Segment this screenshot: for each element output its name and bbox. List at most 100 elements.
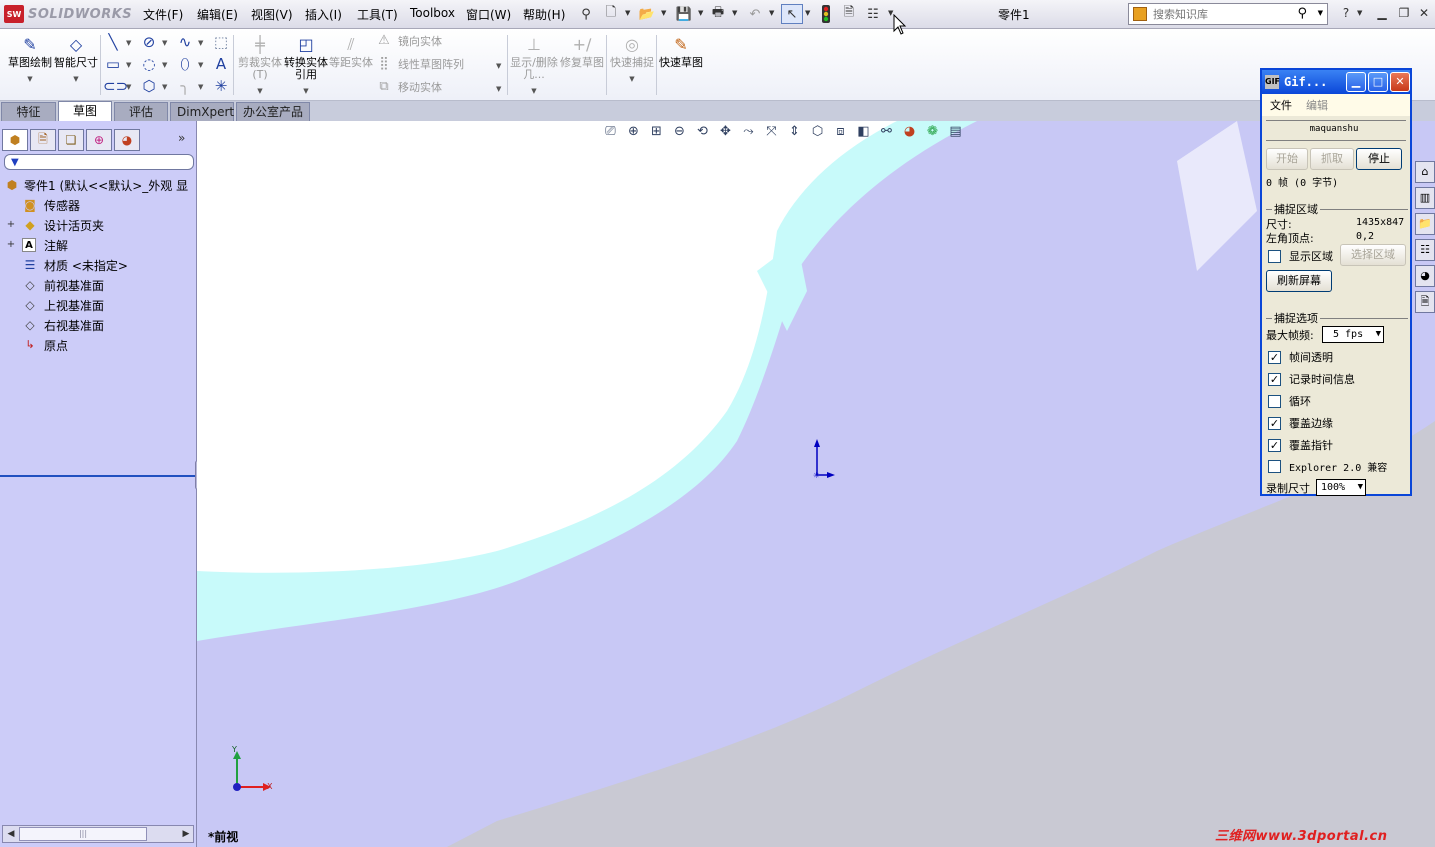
scroll-left-icon[interactable]: ◀ [4,827,18,841]
explorer-compat-checkbox[interactable]: Explorer 2.0 兼容 [1268,459,1387,474]
pan-icon[interactable]: ✥ [714,122,737,142]
view-settings-icon[interactable]: ▤ [944,122,967,142]
fillet-dropdown-icon[interactable]: ▼ [198,83,203,91]
menu-help[interactable]: 帮助(H) [523,6,565,23]
convert-entities-button[interactable]: ◰ 转换实体引用 ▼ [282,33,330,97]
gif-titlebar[interactable]: GIF Gif... ▁ □ ✕ [1262,70,1410,94]
spline-icon[interactable]: ∿ [175,32,195,52]
undo-dropdown-icon[interactable]: ▼ [769,9,774,17]
polygon-icon[interactable]: ⬡ [139,76,159,96]
hide-show-items-icon[interactable]: ⚯ [875,122,898,142]
help-icon[interactable]: ? [1336,4,1356,22]
tab-features[interactable]: 特征 [1,102,56,121]
menu-tools[interactable]: 工具(T) [357,6,398,23]
gif-menu-file[interactable]: 文件 [1270,97,1292,113]
fillet-icon[interactable]: ╮ [175,76,195,96]
tree-item-right-plane[interactable]: ◇ 右视基准面 [0,315,197,335]
resources-home-icon[interactable]: ⌂ [1415,161,1435,183]
roll-view-icon[interactable]: ⤳ [737,122,760,142]
save-dropdown-icon[interactable]: ▼ [698,9,703,17]
grid-icon[interactable]: ⬚ [211,32,231,52]
stop-button[interactable]: 停止 [1356,148,1402,170]
cover-cursor-checkbox[interactable]: ✓ 覆盖指针 [1268,437,1333,453]
help-dropdown-icon[interactable]: ▼ [1357,9,1362,17]
trim-entities-button[interactable]: ╪ 剪裁实体(T) ▼ [236,33,284,97]
view-palette-icon[interactable]: ☷ [1415,239,1435,261]
property-manager-tab-icon[interactable]: 🗎 [30,129,56,151]
max-fps-select[interactable]: 5 fps ▼ [1322,326,1384,343]
rectangle-dropdown-icon[interactable]: ▼ [126,61,131,69]
menu-window[interactable]: 窗口(W) [466,6,511,23]
record-size-select[interactable]: 100% ▼ [1316,479,1366,496]
menu-view[interactable]: 视图(V) [251,6,293,23]
graphics-area[interactable]: ⎚ ⊕ ⊞ ⊖ ⟲ ✥ ⤳ ⤧ ⇕ ⬡ ⧈ ◧ ⚯ ◕ ❁ ▤ ✳ Y X *前… [197,121,1435,847]
ellipse-icon[interactable]: ⬯ [175,54,195,74]
new-document-icon[interactable]: 🗋 [600,4,622,24]
print-dropdown-icon[interactable]: ▼ [732,9,737,17]
arc-icon[interactable]: ◌ [139,54,159,74]
select-area-button[interactable]: 选择区域 [1340,244,1406,266]
point-icon[interactable]: ✳ [211,76,231,96]
display-manager-tab-icon[interactable]: ◕ [114,129,140,151]
appearances-icon[interactable]: ◕ [1415,265,1435,287]
display-style-icon[interactable]: ◧ [852,122,875,142]
normal-to-icon[interactable]: ⇕ [783,122,806,142]
menu-edit[interactable]: 编辑(E) [197,6,238,23]
tree-item-sensors[interactable]: ◙ 传感器 [0,195,197,215]
search-input[interactable] [1153,7,1293,21]
polygon-dropdown-icon[interactable]: ▼ [162,83,167,91]
feature-tree-scrollbar[interactable]: ◀ ||| ▶ [2,825,194,843]
tab-dimxpert[interactable]: DimXpert [170,102,234,121]
scroll-right-icon[interactable]: ▶ [179,827,193,841]
loop-checkbox[interactable]: 循环 [1268,393,1311,409]
expand-icon[interactable]: + [6,240,16,250]
grab-button[interactable]: 抓取 [1310,148,1354,170]
zoom-to-fit-icon[interactable]: ⊕ [622,122,645,142]
offset-entities-button[interactable]: ⫽ 等距实体 [327,33,375,97]
scroll-thumb[interactable]: ||| [19,827,147,841]
expand-icon[interactable]: + [6,220,16,230]
open-folder-icon[interactable]: 📂 [636,4,658,24]
rapid-sketch-button[interactable]: ✎ 快速草图 [657,33,705,97]
rollback-bar[interactable] [0,475,195,477]
tab-sketch[interactable]: 草图 [58,101,112,121]
section-view-icon[interactable]: ⤧ [760,122,783,142]
zoom-in-out-icon[interactable]: ⊖ [668,122,691,142]
view-orientation-icon[interactable]: ⧈ [829,122,852,142]
solidworks-logo[interactable]: SW SOLIDWORKS [4,5,132,23]
display-relations-button[interactable]: ⊥ 显示/删除几... ▼ [510,33,558,97]
gif-menu-edit[interactable]: 编辑 [1306,97,1328,113]
tree-item-material[interactable]: ☰ 材质 <未指定> [0,255,197,275]
configuration-manager-tab-icon[interactable]: ❏ [58,129,84,151]
quick-snap-dropdown-icon[interactable]: ▼ [608,73,656,85]
feature-tree-tab-icon[interactable]: ⬢ [2,129,28,151]
select-dropdown-icon[interactable]: ▼ [805,9,810,17]
tree-item-annotations[interactable]: + A 注解 [0,235,197,255]
ellipse-dropdown-icon[interactable]: ▼ [198,61,203,69]
edit-appearance-icon[interactable]: ◕ [898,122,921,142]
feature-tree-filter[interactable]: ▼ [4,154,194,170]
smart-dimension-dropdown-icon[interactable]: ▼ [52,73,100,85]
close-icon[interactable]: ✕ [1414,4,1434,22]
rebuild-traffic-light-icon[interactable] [815,4,837,24]
linear-pattern-button[interactable]: ⣿ 线性草图阵列 [376,56,464,72]
sketch-dropdown-icon[interactable]: ▼ [6,73,54,85]
pin-icon[interactable]: ⚲ [575,4,597,24]
minimize-icon[interactable]: ▁ [1372,4,1392,22]
open-dropdown-icon[interactable]: ▼ [661,9,666,17]
line-dropdown-icon[interactable]: ▼ [126,39,131,47]
tree-item-design-binder[interactable]: + ◆ 设计活页夹 [0,215,197,235]
dimxpert-manager-tab-icon[interactable]: ⊕ [86,129,112,151]
file-explorer-icon[interactable]: 📁 [1415,213,1435,235]
gif-maximize-icon[interactable]: □ [1368,72,1388,92]
apply-scene-icon[interactable]: ❁ [921,122,944,142]
file-properties-icon[interactable]: 🗎 [838,4,860,24]
save-icon[interactable]: 💾 [673,4,695,24]
line-icon[interactable]: ╲ [103,32,123,52]
tree-item-origin[interactable]: ↳ 原点 [0,335,197,355]
cover-border-checkbox[interactable]: ✓ 覆盖边缘 [1268,415,1333,431]
standard-views-icon[interactable]: ⬡ [806,122,829,142]
slot-icon[interactable]: ⊂⊃ [103,76,128,96]
arc-dropdown-icon[interactable]: ▼ [162,61,167,69]
gif-close-icon[interactable]: ✕ [1390,72,1410,92]
